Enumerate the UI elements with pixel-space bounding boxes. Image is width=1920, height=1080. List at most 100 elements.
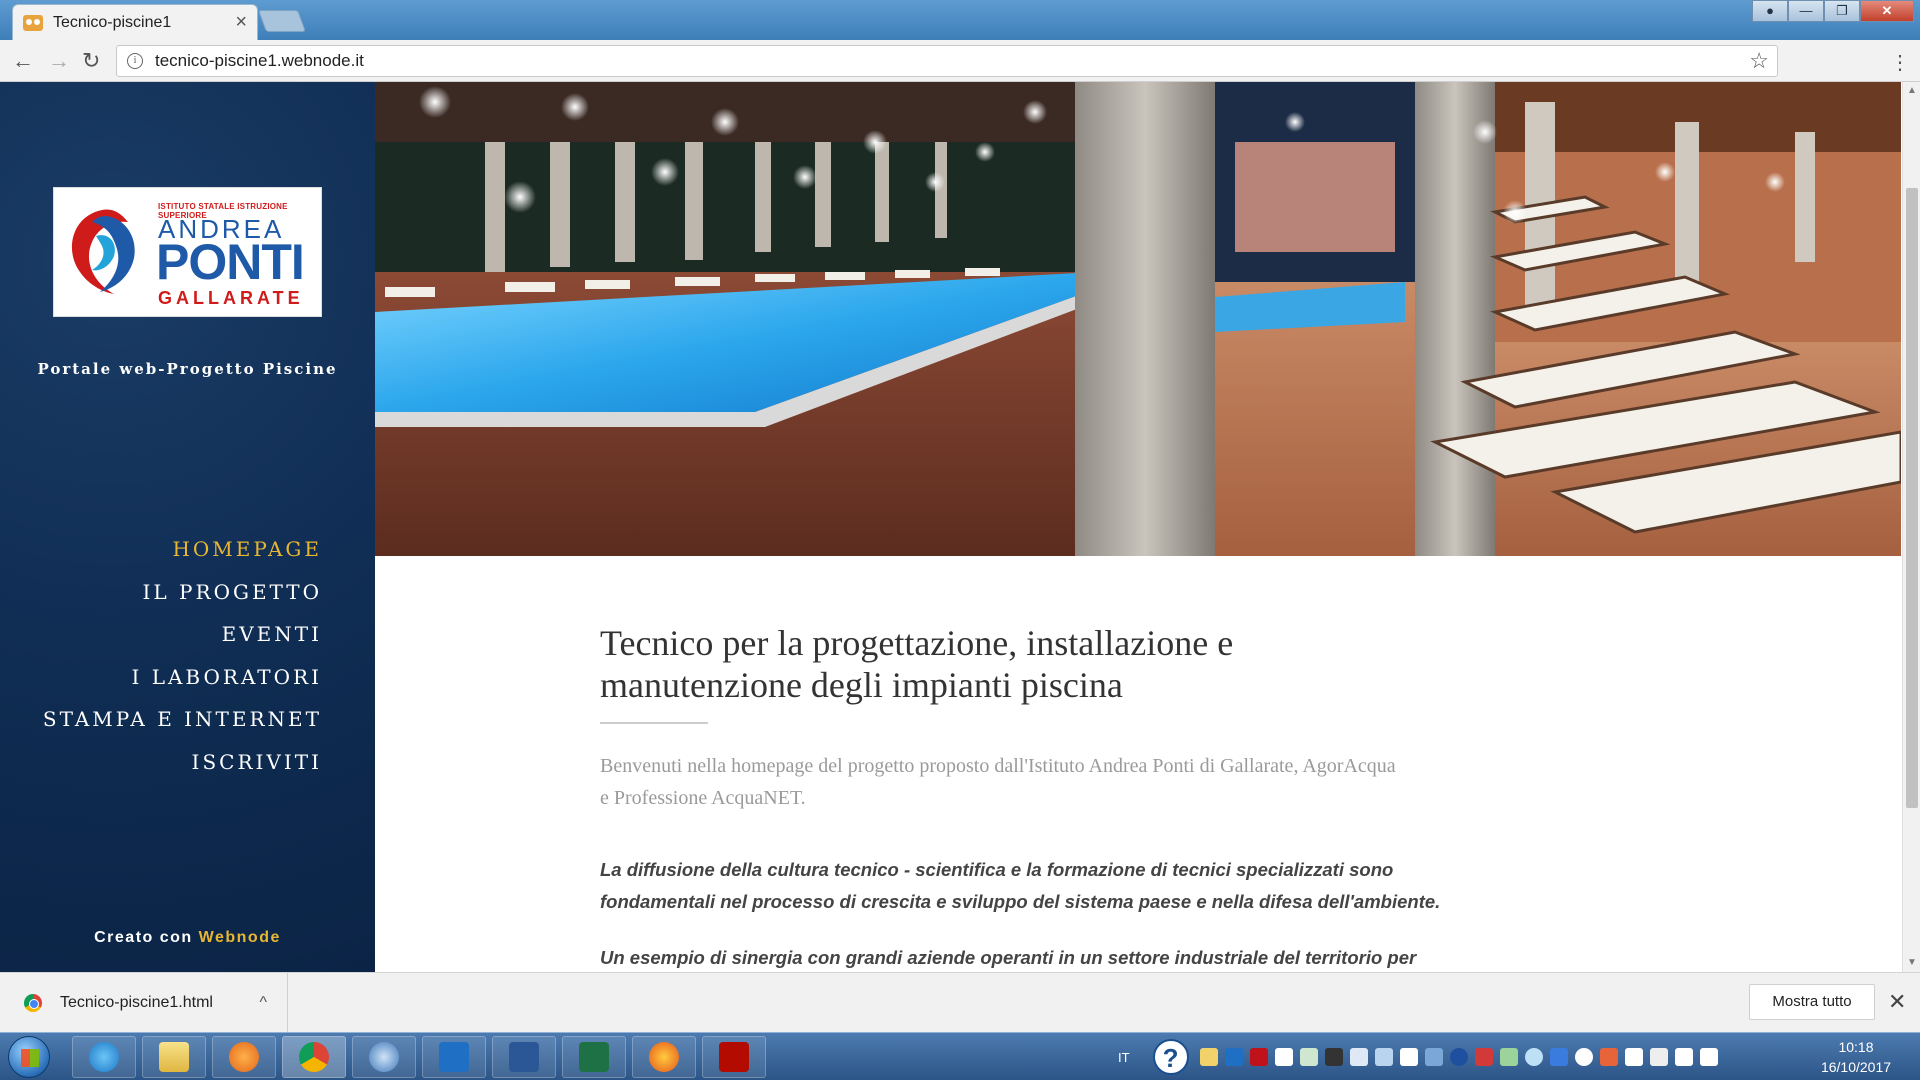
info-icon[interactable]: i	[127, 53, 143, 69]
tab-title: Tecnico-piscine1	[53, 13, 172, 31]
scroll-down-arrow-icon[interactable]: ▼	[1903, 954, 1920, 972]
scroll-up-arrow-icon[interactable]: ▲	[1903, 82, 1920, 100]
body-paragraph-1-line-2: fondamentali nel processo di crescita e …	[600, 891, 1441, 912]
logo-swirl-icon	[71, 209, 135, 294]
main-content: Tecnico per la progettazione, installazi…	[600, 622, 1490, 972]
outlook-tray-icon[interactable]	[1224, 1048, 1243, 1066]
page-title-line-1: Tecnico per la progettazione, installazi…	[600, 623, 1234, 663]
scrollbar-thumb[interactable]	[1906, 188, 1918, 808]
windows-taskbar: IT ? 10:18 16/10/2017	[0, 1032, 1920, 1080]
help-icon[interactable]: ?	[1152, 1039, 1189, 1075]
taskbar-acrobat[interactable]	[702, 1036, 766, 1078]
chrome-icon	[299, 1042, 329, 1072]
excel-icon	[579, 1042, 609, 1072]
forward-arrow-icon[interactable]: →	[48, 48, 70, 74]
minimize-button[interactable]: —	[1788, 0, 1824, 22]
intro-text: Benvenuti nella homepage del progetto pr…	[600, 750, 1490, 814]
nav-item-homepage[interactable]: HOMEPAGE	[43, 528, 322, 571]
nav-item-eventi[interactable]: EVENTI	[43, 613, 322, 656]
sync-icon[interactable]	[1549, 1048, 1568, 1066]
browser-tab[interactable]: Tecnico-piscine1 ×	[12, 4, 258, 40]
battery-icon[interactable]	[1649, 1048, 1668, 1066]
show-all-button[interactable]: Mostra tutto	[1749, 984, 1875, 1020]
security-icon[interactable]	[1299, 1048, 1318, 1066]
taskbar-thunderbird[interactable]	[352, 1036, 416, 1078]
start-button[interactable]	[8, 1036, 50, 1078]
browser-toolbar: ← → ↻ i tecnico-piscine1.webnode.it ☆ ⋮	[0, 40, 1920, 82]
browser-menu-icon[interactable]: ⋮	[1890, 50, 1910, 75]
download-bar: Tecnico-piscine1.html ^ Mostra tutto ✕	[0, 972, 1920, 1033]
taskbar-media-player[interactable]	[212, 1036, 276, 1078]
nav-item-iscriviti[interactable]: ISCRIVITI	[43, 741, 322, 784]
system-clock[interactable]: 10:18 16/10/2017	[1806, 1037, 1906, 1077]
clock-time: 10:18	[1838, 1039, 1874, 1055]
body-paragraph-1-line-1: La diffusione della cultura tecnico - sc…	[600, 859, 1394, 880]
created-with-prefix: Creato con	[94, 929, 193, 946]
bluetooth-icon[interactable]	[1449, 1048, 1468, 1066]
page-viewport: ISTITUTO STATALE ISTRUZIONE SUPERIORE AN…	[0, 82, 1902, 972]
acrobat-tray-icon[interactable]	[1249, 1048, 1268, 1066]
nav-item-i-laboratori[interactable]: I LABORATORI	[43, 656, 322, 699]
back-arrow-icon[interactable]: ←	[12, 48, 34, 74]
word-icon	[509, 1042, 539, 1072]
alert-icon[interactable]	[1474, 1048, 1493, 1066]
maximize-button[interactable]: ❐	[1824, 0, 1860, 22]
body-paragraph-2-line-1: Un esempio di sinergia con grandi aziend…	[600, 947, 1417, 968]
download-item[interactable]: Tecnico-piscine1.html ^	[0, 973, 288, 1033]
close-window-button[interactable]: ✕	[1860, 0, 1914, 22]
title-divider	[600, 722, 708, 724]
network-drive-icon[interactable]	[1374, 1048, 1393, 1066]
remote-icon[interactable]	[1574, 1048, 1593, 1066]
webnode-link[interactable]: Webnode	[199, 929, 281, 946]
body-paragraph-2: Un esempio di sinergia con grandi aziend…	[600, 942, 1490, 972]
clock-date: 16/10/2017	[1820, 1059, 1892, 1075]
body-paragraph-1: La diffusione della cultura tecnico - sc…	[600, 854, 1490, 918]
chevron-up-icon[interactable]: ^	[259, 994, 267, 1012]
download-file-name[interactable]: Tecnico-piscine1.html	[60, 994, 259, 1012]
device-icon[interactable]	[1424, 1048, 1443, 1066]
new-tab-button[interactable]	[257, 10, 307, 32]
media-player-icon	[229, 1042, 259, 1072]
url-text[interactable]: tecnico-piscine1.webnode.it	[155, 51, 1749, 71]
page-scrollbar[interactable]: ▲ ▼	[1902, 82, 1920, 972]
mail-icon[interactable]	[1199, 1048, 1218, 1066]
folder-icon	[159, 1042, 189, 1072]
hero-pool-image	[375, 82, 1901, 556]
taskbar-excel[interactable]	[562, 1036, 626, 1078]
nav-item-stampa-e-internet[interactable]: STAMPA E INTERNET	[43, 698, 322, 741]
language-indicator[interactable]: IT	[1118, 1050, 1130, 1065]
acrobat-icon	[719, 1042, 749, 1072]
created-with: Creato con Webnode	[0, 929, 375, 947]
nav-item-il-progetto[interactable]: IL PROGETTO	[43, 571, 322, 614]
taskbar-internet-explorer[interactable]	[72, 1036, 136, 1078]
outlook-icon	[439, 1042, 469, 1072]
close-download-bar-icon[interactable]: ✕	[1888, 989, 1906, 1015]
school-logo[interactable]: ISTITUTO STATALE ISTRUZIONE SUPERIORE AN…	[53, 187, 322, 317]
user-profile-icon[interactable]: ●	[1752, 0, 1788, 22]
taskbar-firefox[interactable]	[632, 1036, 696, 1078]
display-icon[interactable]	[1349, 1048, 1368, 1066]
bookmark-star-icon[interactable]: ☆	[1749, 48, 1769, 74]
signal-bars-icon[interactable]	[1674, 1048, 1693, 1066]
taskbar-file-explorer[interactable]	[142, 1036, 206, 1078]
firewall-icon[interactable]	[1599, 1048, 1618, 1066]
dark-app-icon[interactable]	[1324, 1048, 1343, 1066]
window-controls: ● — ❐ ✕	[1752, 0, 1914, 22]
site-tagline: Portale web-Progetto Piscine	[37, 360, 338, 378]
reload-icon[interactable]: ↻	[82, 48, 100, 74]
taskbar-outlook[interactable]	[422, 1036, 486, 1078]
wifi-status-icon[interactable]	[1524, 1048, 1543, 1066]
close-tab-icon[interactable]: ×	[235, 11, 247, 34]
action-center-flag-icon[interactable]	[1624, 1048, 1643, 1066]
dropbox-icon[interactable]	[1274, 1048, 1293, 1066]
address-bar[interactable]: i tecnico-piscine1.webnode.it ☆	[116, 45, 1778, 77]
taskbar-word[interactable]	[492, 1036, 556, 1078]
shield-icon[interactable]	[1399, 1048, 1418, 1066]
update-icon[interactable]	[1499, 1048, 1518, 1066]
main-nav: HOMEPAGE IL PROGETTO EVENTI I LABORATORI…	[43, 528, 322, 783]
volume-icon[interactable]	[1699, 1048, 1718, 1066]
firefox-icon	[649, 1042, 679, 1072]
taskbar-chrome[interactable]	[282, 1036, 346, 1078]
logo-city: GALLARATE	[158, 288, 304, 308]
page-title-line-2: manutenzione degli impianti piscina	[600, 665, 1123, 705]
